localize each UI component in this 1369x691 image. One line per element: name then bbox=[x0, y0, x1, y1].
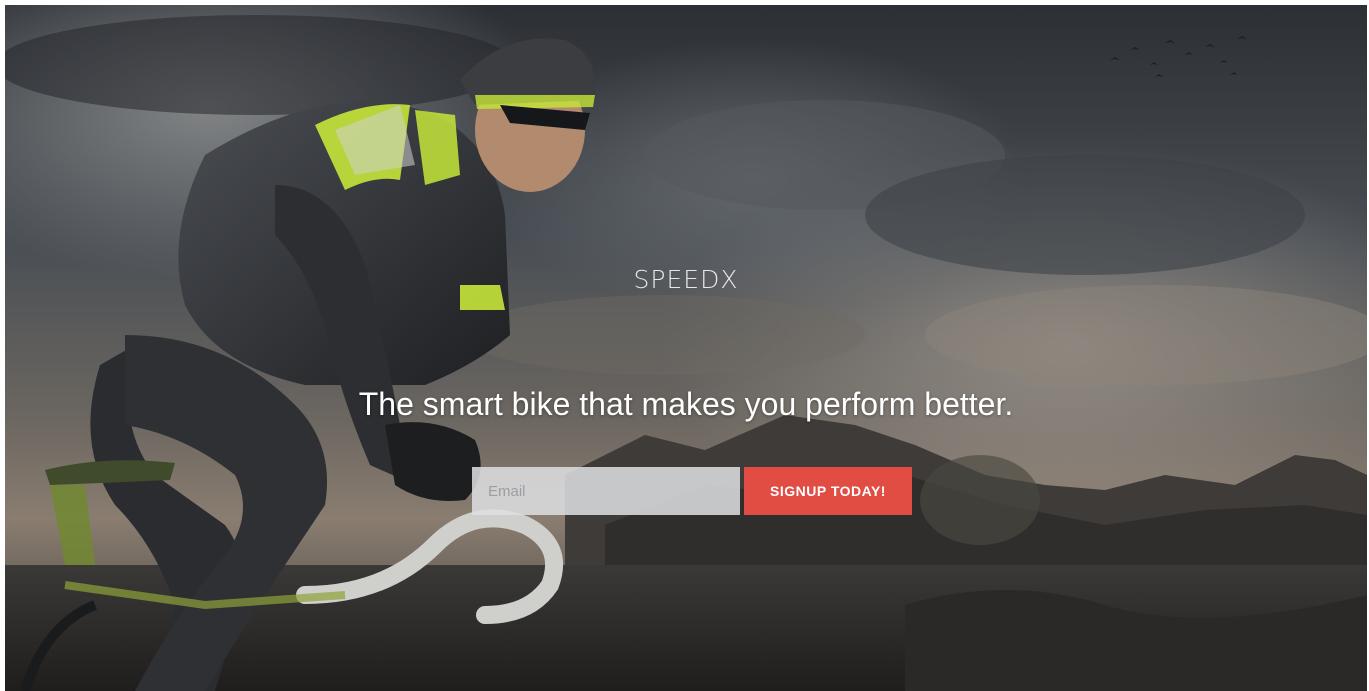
hero-section: SPEEDX The smart bike that makes you per… bbox=[5, 5, 1367, 691]
hero-content: SPEEDX The smart bike that makes you per… bbox=[5, 5, 1367, 691]
signup-form: SIGNUP TODAY! bbox=[472, 467, 912, 515]
hero-tagline: The smart bike that makes you perform be… bbox=[358, 386, 1014, 422]
email-input[interactable] bbox=[472, 467, 740, 515]
signup-button[interactable]: SIGNUP TODAY! bbox=[744, 467, 912, 515]
brand-logo-text: SPEEDX bbox=[633, 265, 739, 294]
